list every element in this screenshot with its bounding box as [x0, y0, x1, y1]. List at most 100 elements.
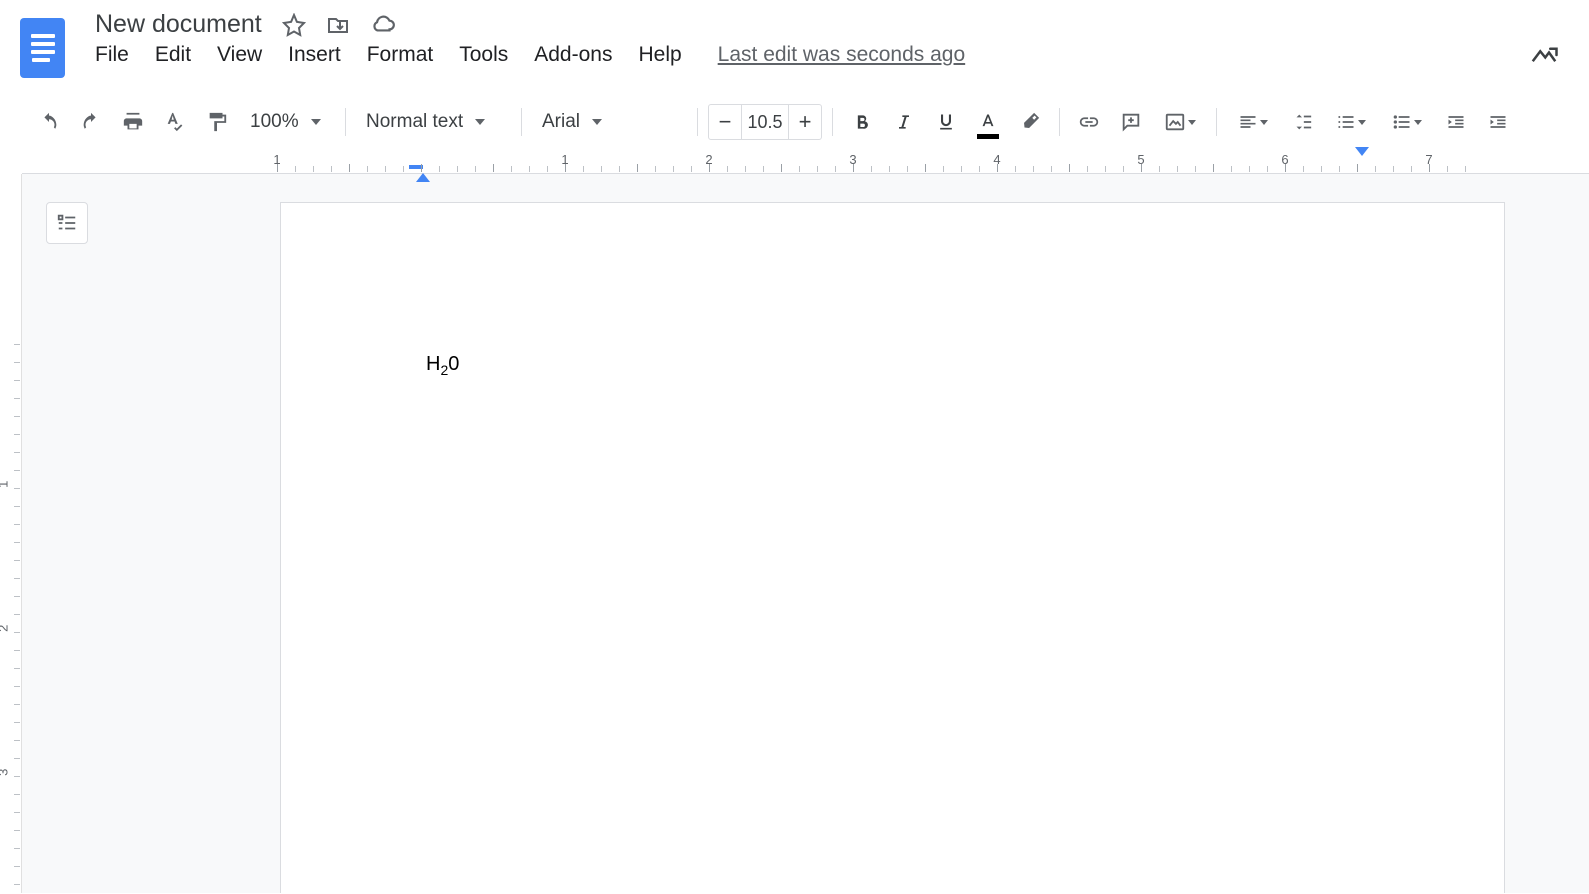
zoom-dropdown[interactable]: 100%	[240, 103, 335, 141]
menu-edit[interactable]: Edit	[155, 43, 191, 67]
paragraph-style-dropdown[interactable]: Normal text	[356, 103, 511, 141]
insert-image-button[interactable]	[1154, 103, 1206, 141]
text-color-button[interactable]	[969, 103, 1007, 141]
vruler-label: 2	[0, 625, 11, 632]
vruler-tick	[14, 488, 20, 489]
left-indent-marker[interactable]	[416, 156, 430, 174]
chevron-down-icon	[311, 119, 321, 125]
italic-button[interactable]	[885, 103, 923, 141]
document-outline-button[interactable]	[46, 202, 88, 244]
activity-icon[interactable]	[1529, 40, 1559, 75]
line-spacing-button[interactable]	[1283, 103, 1321, 141]
ruler-tick	[979, 166, 980, 172]
ruler-tick	[1195, 166, 1196, 172]
ruler-tick	[349, 164, 350, 172]
text-run: H	[426, 353, 440, 375]
ruler-tick	[907, 166, 908, 172]
menu-addons[interactable]: Add-ons	[534, 43, 612, 67]
ruler-tick	[385, 166, 386, 172]
ruler-tick	[367, 166, 368, 172]
print-button[interactable]	[114, 103, 152, 141]
document-page[interactable]: H20	[280, 202, 1505, 893]
add-comment-button[interactable]	[1112, 103, 1150, 141]
star-icon[interactable]	[282, 13, 306, 37]
undo-button[interactable]	[30, 103, 68, 141]
toolbar-separator	[1059, 108, 1060, 136]
ruler-tick	[1105, 166, 1106, 172]
cloud-icon[interactable]	[370, 12, 396, 38]
ruler-tick	[1285, 164, 1286, 172]
increase-font-size-button[interactable]: +	[789, 105, 821, 139]
ruler-tick	[1411, 166, 1412, 172]
paint-format-button[interactable]	[198, 103, 236, 141]
ruler-tick	[1177, 166, 1178, 172]
ruler-tick	[1321, 166, 1322, 172]
ruler-tick	[1447, 166, 1448, 172]
highlight-button[interactable]	[1011, 103, 1049, 141]
ruler-tick	[1267, 166, 1268, 172]
vruler-tick	[14, 704, 20, 705]
menu-view[interactable]: View	[217, 43, 262, 67]
vruler-tick	[14, 632, 20, 633]
vertical-ruler[interactable]: 123	[0, 174, 22, 893]
vruler-tick	[14, 830, 20, 831]
ruler-tick	[655, 166, 656, 172]
docs-logo[interactable]	[20, 18, 65, 78]
ruler-tick	[727, 166, 728, 172]
ruler-tick	[1231, 166, 1232, 172]
ruler-tick	[781, 164, 782, 172]
ruler-tick	[331, 166, 332, 172]
toolbar-separator	[521, 108, 522, 136]
menu-format[interactable]: Format	[367, 43, 434, 67]
bulleted-list-button[interactable]	[1381, 103, 1433, 141]
last-edit-link[interactable]: Last edit was seconds ago	[718, 43, 966, 67]
ruler-tick	[421, 164, 422, 172]
text-run: 0	[448, 353, 459, 375]
ruler-tick	[493, 164, 494, 172]
ruler-tick	[1033, 166, 1034, 172]
ruler-tick	[871, 166, 872, 172]
ruler-tick	[529, 166, 530, 172]
redo-button[interactable]	[72, 103, 110, 141]
bold-button[interactable]	[843, 103, 881, 141]
ruler-tick	[1123, 166, 1124, 172]
horizontal-ruler[interactable]: 11234567	[22, 152, 1589, 174]
insert-link-button[interactable]	[1070, 103, 1108, 141]
decrease-font-size-button[interactable]: −	[709, 105, 741, 139]
vruler-tick	[14, 362, 20, 363]
ruler-tick	[763, 166, 764, 172]
ruler-tick	[403, 166, 404, 172]
menu-tools[interactable]: Tools	[459, 43, 508, 67]
ruler-tick	[817, 166, 818, 172]
vruler-tick	[14, 380, 20, 381]
document-title[interactable]: New document	[95, 10, 262, 39]
font-dropdown[interactable]: Arial	[532, 103, 687, 141]
vruler-tick	[14, 722, 20, 723]
increase-indent-button[interactable]	[1479, 103, 1517, 141]
document-content[interactable]: H20	[426, 353, 1359, 378]
ruler-tick	[943, 166, 944, 172]
vruler-tick	[14, 416, 20, 417]
menu-insert[interactable]: Insert	[288, 43, 341, 67]
ruler-tick	[1069, 164, 1070, 172]
vruler-tick	[14, 740, 20, 741]
ruler-tick	[1051, 166, 1052, 172]
spellcheck-button[interactable]	[156, 103, 194, 141]
toolbar: 100% Normal text Arial − 10.5 +	[0, 92, 1589, 152]
numbered-list-button[interactable]	[1325, 103, 1377, 141]
ruler-tick	[583, 166, 584, 172]
decrease-indent-button[interactable]	[1437, 103, 1475, 141]
align-button[interactable]	[1227, 103, 1279, 141]
menu-help[interactable]: Help	[638, 43, 681, 67]
font-size-input[interactable]: 10.5	[741, 105, 789, 139]
ruler-tick	[1213, 164, 1214, 172]
ruler-tick	[1339, 166, 1340, 172]
underline-button[interactable]	[927, 103, 965, 141]
ruler-tick	[835, 166, 836, 172]
menu-file[interactable]: File	[95, 43, 129, 67]
move-icon[interactable]	[326, 13, 350, 37]
ruler-tick	[1159, 166, 1160, 172]
ruler-tick	[691, 166, 692, 172]
ruler-tick	[709, 164, 710, 172]
vruler-tick	[14, 470, 20, 471]
